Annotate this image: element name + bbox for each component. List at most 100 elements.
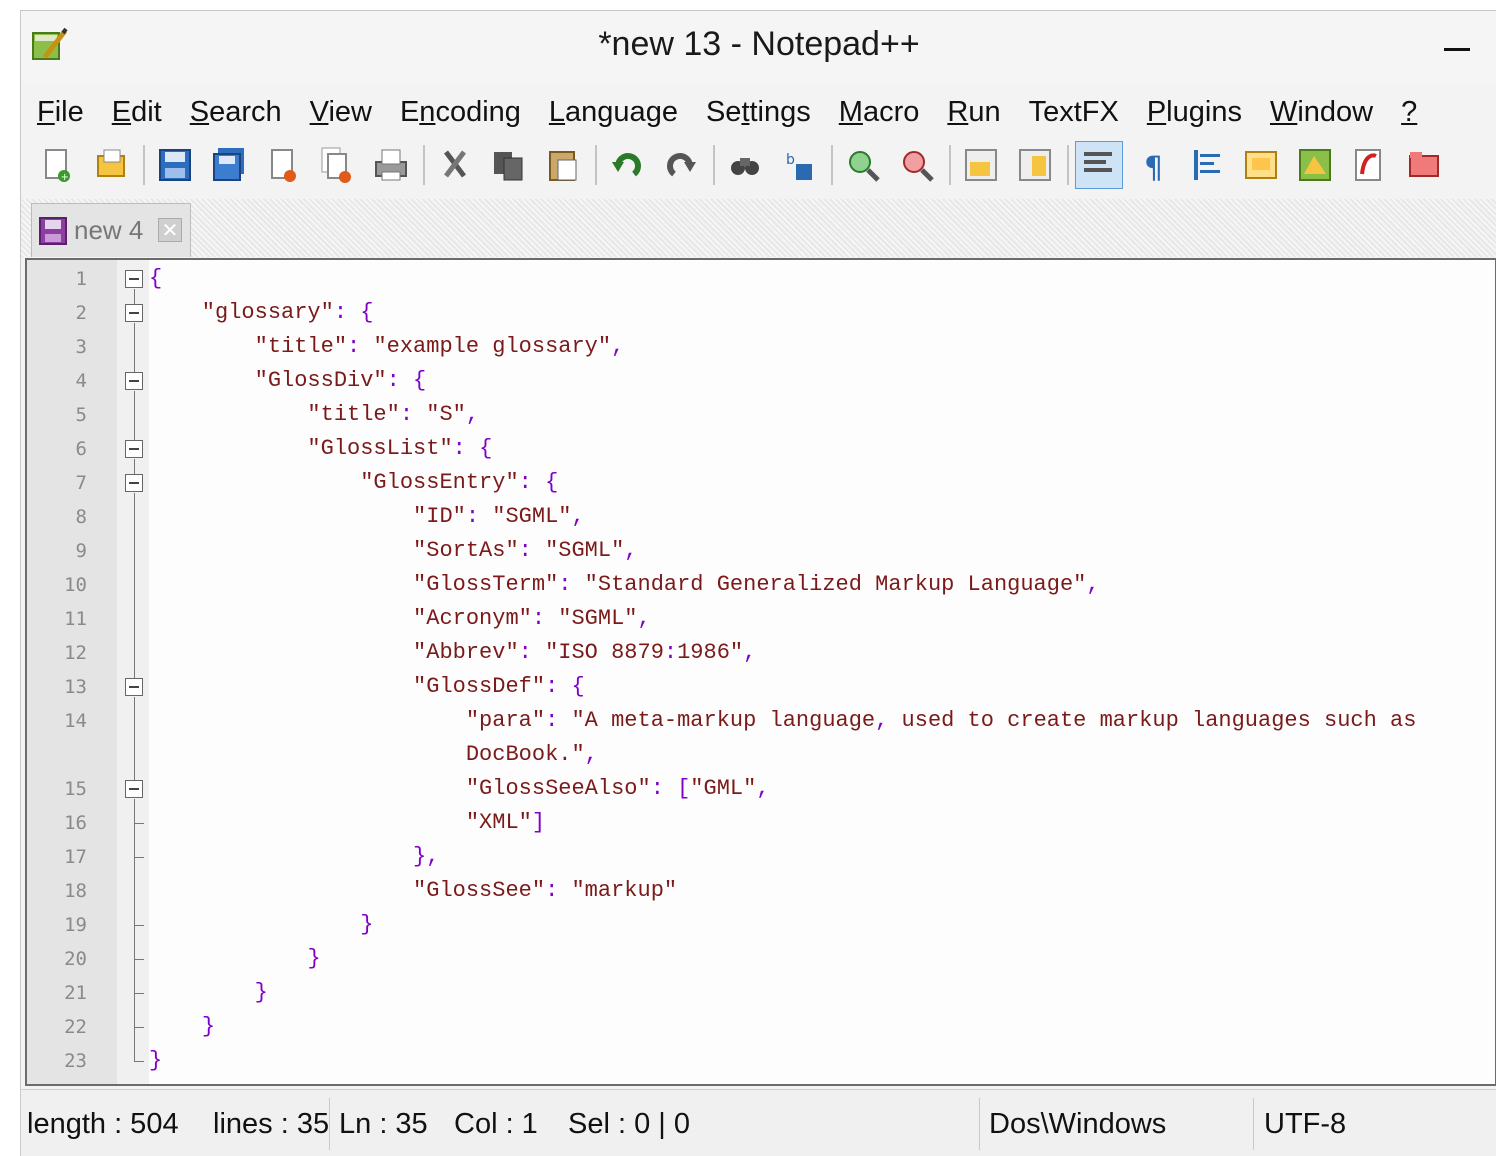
replace-button[interactable]: b <box>775 141 823 189</box>
code-text: "glossary": { <box>149 300 374 325</box>
folder-icon <box>1409 152 1439 177</box>
code-line[interactable]: 17 }, <box>27 840 1495 874</box>
function-list-button[interactable] <box>1345 141 1393 189</box>
code-line[interactable]: 20 } <box>27 942 1495 976</box>
code-line[interactable]: 7 "GlossEntry": { <box>27 466 1495 500</box>
unsaved-file-icon <box>39 216 67 245</box>
fold-guide-line <box>134 493 135 500</box>
menu-window[interactable]: Window <box>1270 96 1373 129</box>
undo-button[interactable] <box>603 141 651 189</box>
status-encoding[interactable]: UTF-8 <box>1264 1108 1346 1141</box>
line-number: 18 <box>64 880 87 902</box>
menu-encoding[interactable]: Encoding <box>400 96 521 129</box>
code-text: }, <box>413 844 440 869</box>
word-wrap-button[interactable] <box>1075 141 1123 189</box>
code-line[interactable]: 6 "GlossList": { <box>27 432 1495 466</box>
code-text: } <box>201 1014 216 1039</box>
paste-icon <box>549 151 577 181</box>
new-file-button[interactable]: + <box>33 141 81 189</box>
doc-map-button[interactable] <box>1291 141 1339 189</box>
code-line[interactable]: 12 "Abbrev": "ISO 8879:1986", <box>27 636 1495 670</box>
fold-guide-line <box>134 391 135 398</box>
line-number: 4 <box>75 370 87 392</box>
code-line[interactable]: 18 "GlossSee": "markup" <box>27 874 1495 908</box>
code-line[interactable]: 9 "SortAs": "SGML", <box>27 534 1495 568</box>
code-line[interactable]: 21 } <box>27 976 1495 1010</box>
tab-new4[interactable]: new 4 ✕ <box>31 203 191 257</box>
menu-help[interactable]: ? <box>1401 96 1417 129</box>
close-button[interactable] <box>259 141 307 189</box>
open-file-button[interactable] <box>87 141 135 189</box>
code-line[interactable]: 3 "title": "example glossary", <box>27 330 1495 364</box>
fold-toggle-icon[interactable] <box>125 440 143 458</box>
code-line[interactable]: 19 } <box>27 908 1495 942</box>
paste-button[interactable] <box>539 141 587 189</box>
fold-toggle-icon[interactable] <box>125 304 143 322</box>
code-text: "Abbrev": "ISO 8879:1986", <box>149 640 757 665</box>
menu-search[interactable]: Search <box>190 96 282 129</box>
code-line[interactable]: 2 "glossary": { <box>27 296 1495 330</box>
code-line[interactable]: 8 "ID": "SGML", <box>27 500 1495 534</box>
menu-macro[interactable]: Macro <box>839 96 920 129</box>
code-text: "GlossDef": { <box>149 674 585 699</box>
code-line[interactable]: 13 "GlossDef": { <box>27 670 1495 704</box>
word-wrap-icon <box>1084 152 1112 172</box>
code-text: { <box>149 266 163 291</box>
code-text: "GlossDiv": { <box>149 368 427 393</box>
cut-button[interactable] <box>431 141 479 189</box>
code-text: } <box>360 912 374 937</box>
fold-guide-line <box>134 323 135 330</box>
menu-view[interactable]: View <box>310 96 372 129</box>
menu-plugins[interactable]: Plugins <box>1147 96 1242 129</box>
editor[interactable]: 1{2 "glossary": {3 "title": "example glo… <box>25 258 1496 1086</box>
code-line[interactable]: 23} <box>27 1044 1495 1078</box>
zoom-in-button[interactable] <box>839 141 887 189</box>
show-all-chars-icon: ¶ <box>1144 151 1163 184</box>
save-all-button[interactable] <box>205 141 253 189</box>
code-line[interactable]: 15 "GlossSeeAlso": ["GML", <box>27 772 1495 806</box>
menu-run[interactable]: Run <box>947 96 1000 129</box>
fold-toggle-icon[interactable] <box>125 372 143 390</box>
fold-toggle-icon[interactable] <box>125 270 143 288</box>
fold-guide-line <box>134 500 135 534</box>
fold-toggle-icon[interactable] <box>125 780 143 798</box>
line-number: 1 <box>75 268 87 290</box>
menu-file[interactable]: File <box>37 96 84 129</box>
menu-settings[interactable]: Settings <box>706 96 811 129</box>
copy-button[interactable] <box>485 141 533 189</box>
minimize-button[interactable] <box>1426 17 1486 75</box>
tab-close-icon[interactable]: ✕ <box>158 218 182 242</box>
code-line[interactable]: 10 "GlossTerm": "Standard Generalized Ma… <box>27 568 1495 602</box>
fold-guide-line <box>134 738 135 772</box>
menu-textfx[interactable]: TextFX <box>1029 96 1119 129</box>
show-all-chars-button[interactable]: ¶ <box>1129 141 1177 189</box>
redo-button[interactable] <box>657 141 705 189</box>
close-all-button[interactable] <box>313 141 361 189</box>
sync-vertical-button[interactable] <box>957 141 1005 189</box>
indent-guide-button[interactable] <box>1183 141 1231 189</box>
sync-horizontal-button[interactable] <box>1011 141 1059 189</box>
fold-toggle-icon[interactable] <box>125 678 143 696</box>
code-line[interactable]: 14 "para": "A meta-markup language, used… <box>27 704 1495 738</box>
status-eol-format[interactable]: Dos\Windows <box>989 1108 1166 1141</box>
code-line[interactable]: 16 "XML"] <box>27 806 1495 840</box>
code-line[interactable]: 4 "GlossDiv": { <box>27 364 1495 398</box>
menu-edit[interactable]: Edit <box>112 96 162 129</box>
code-line[interactable]: 11 "Acronym": "SGML", <box>27 602 1495 636</box>
folder-button[interactable] <box>1399 141 1447 189</box>
save-button[interactable] <box>151 141 199 189</box>
code-line[interactable]: DocBook.", <box>27 738 1495 772</box>
code-line[interactable]: 5 "title": "S", <box>27 398 1495 432</box>
fold-toggle-icon[interactable] <box>125 474 143 492</box>
menu-language[interactable]: Language <box>549 96 678 129</box>
status-column: Col : 1 <box>454 1108 538 1140</box>
code-line[interactable]: 1{ <box>27 262 1495 296</box>
find-button[interactable] <box>721 141 769 189</box>
zoom-out-button[interactable] <box>893 141 941 189</box>
line-number: 8 <box>75 506 87 528</box>
cut-icon <box>444 150 466 178</box>
code-line[interactable]: 22 } <box>27 1010 1495 1044</box>
user-lang-button[interactable] <box>1237 141 1285 189</box>
print-button[interactable] <box>367 141 415 189</box>
code-text: "GlossList": { <box>149 436 493 461</box>
